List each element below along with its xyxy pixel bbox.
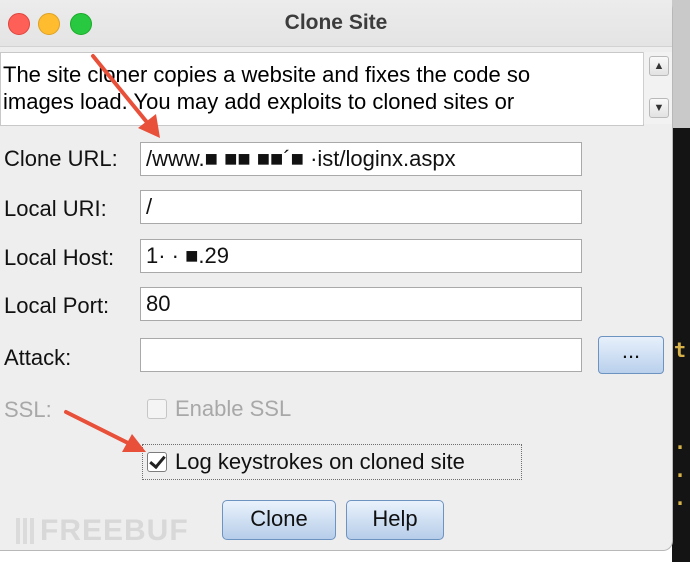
clone-button[interactable]: Clone <box>222 500 336 540</box>
window-title: Clone Site <box>284 11 388 34</box>
local-port-input[interactable]: 80 <box>140 287 582 321</box>
ssl-label: SSL: <box>4 397 52 422</box>
log-keystrokes-checkbox[interactable] <box>147 452 167 472</box>
clone-url-label: Clone URL: <box>4 146 118 171</box>
enable-ssl-checkbox-row[interactable]: Enable SSL <box>147 396 291 422</box>
help-button[interactable]: Help <box>346 500 444 540</box>
attack-browse-button[interactable]: ... <box>598 336 664 374</box>
freebuf-watermark: FREEBUF <box>16 514 189 548</box>
title-bar: Clone Site <box>0 0 672 47</box>
terminal-glyph: . <box>674 486 687 510</box>
clone-site-dialog: Clone Site The site cloner copies a webs… <box>0 0 673 551</box>
local-host-label: Local Host: <box>4 245 115 270</box>
description-text: The site cloner copies a website and fix… <box>3 62 531 114</box>
terminal-glyph: . <box>674 430 687 454</box>
terminal-topband <box>672 0 690 128</box>
attack-input[interactable] <box>140 338 582 372</box>
local-uri-label: Local URI: <box>4 196 107 221</box>
clone-url-input[interactable]: /www.■ ■■ ■■´■ ·ist/loginx.aspx <box>140 142 582 176</box>
enable-ssl-checkbox[interactable] <box>147 399 167 419</box>
scroll-up-icon[interactable]: ▲ <box>649 56 669 76</box>
scroll-down-icon[interactable]: ▼ <box>649 98 669 118</box>
local-host-input[interactable]: 1· · ■.29 <box>140 239 582 273</box>
attack-label: Attack: <box>4 345 72 370</box>
local-port-label: Local Port: <box>4 293 110 318</box>
background-terminal: t . . . <box>672 0 690 562</box>
local-uri-input[interactable]: / <box>140 190 582 224</box>
enable-ssl-label: Enable SSL <box>175 396 292 421</box>
log-keystrokes-checkbox-row[interactable]: Log keystrokes on cloned site <box>147 449 465 475</box>
terminal-glyph: t <box>674 338 687 362</box>
terminal-glyph: . <box>674 458 687 482</box>
watermark-text: FREEBUF <box>40 514 189 547</box>
description-scrollbar[interactable]: ▲ ▼ <box>643 52 672 124</box>
watermark-logo-icon <box>16 518 34 544</box>
log-keystrokes-label: Log keystrokes on cloned site <box>175 449 465 474</box>
description-box[interactable]: The site cloner copies a website and fix… <box>0 52 644 126</box>
